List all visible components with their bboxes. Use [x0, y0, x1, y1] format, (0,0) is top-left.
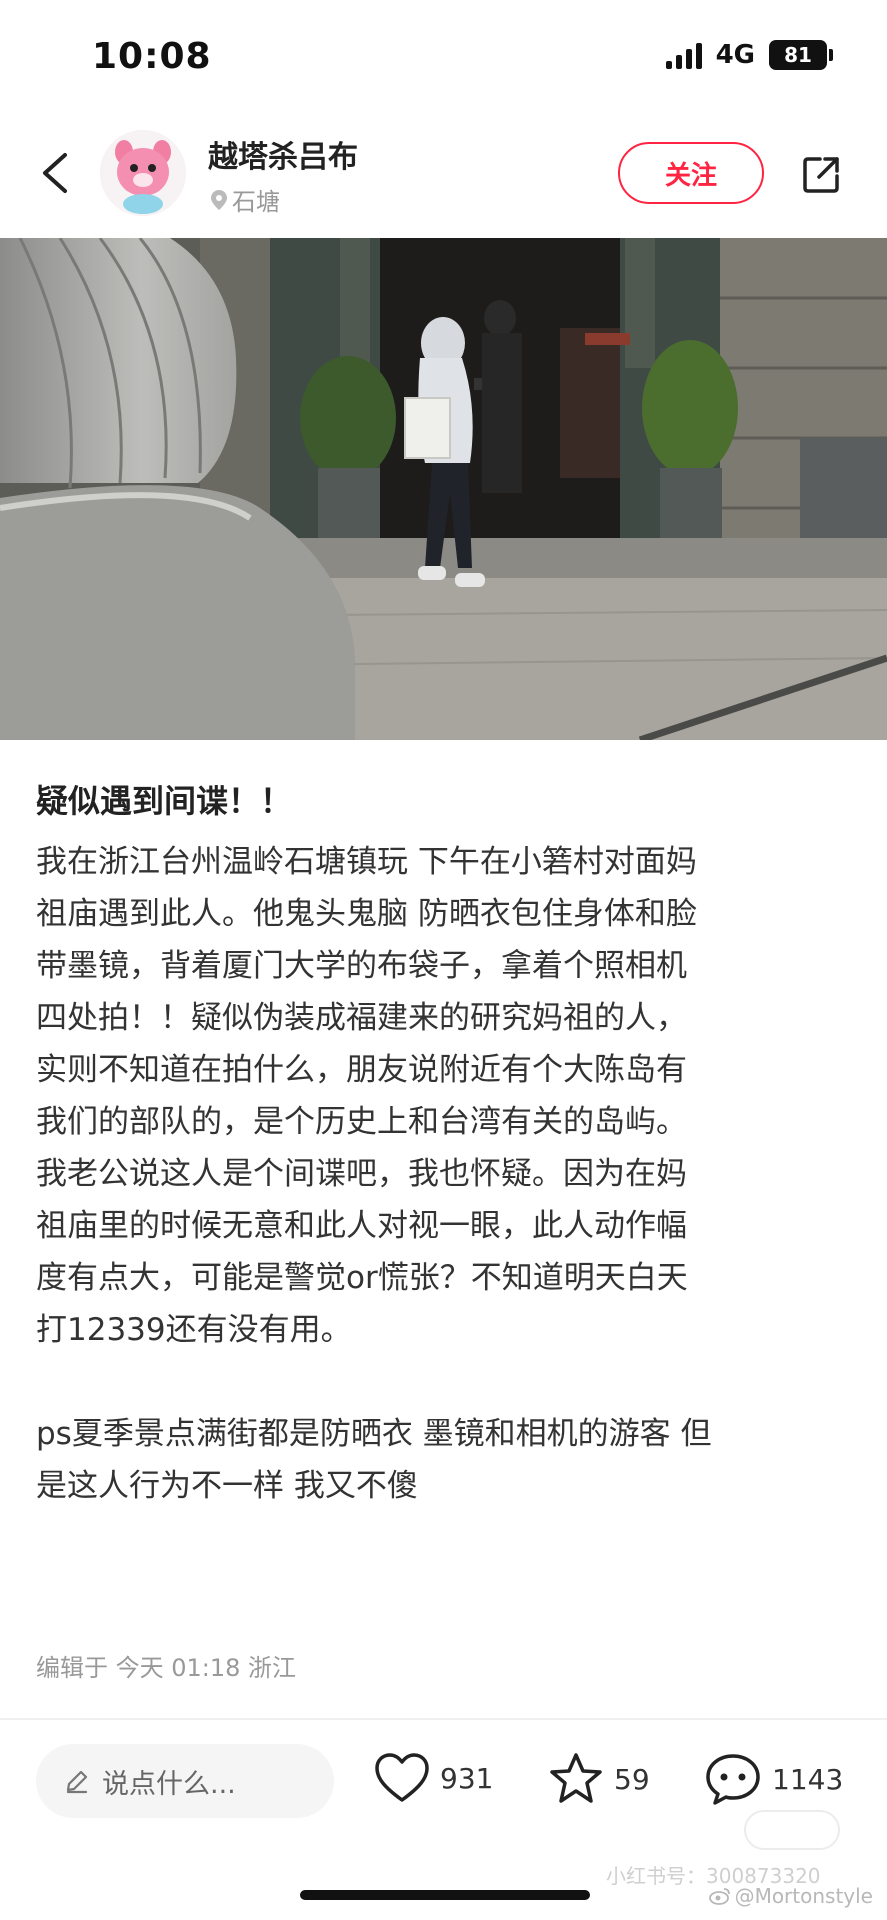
body-line: 祖庙遇到此人。他鬼头鬼脑 防晒衣包住身体和脸 — [36, 896, 697, 932]
note-title: 疑似遇到间谍！！ — [36, 782, 293, 820]
location-pin-icon — [211, 189, 227, 210]
comment-placeholder: 说点什么... — [102, 1768, 236, 1800]
body-line: 度有点大，可能是警觉or慌张？不知道明天白天 — [36, 1260, 688, 1296]
avatar[interactable] — [100, 130, 186, 216]
body-line: 祖庙里的时候无意和此人对视一眼，此人动作幅 — [36, 1208, 687, 1244]
avatar-pink-creature — [100, 130, 186, 216]
back-arrow-icon — [43, 153, 67, 193]
ps-line: ps夏季景点满街都是防晒衣 墨镜和相机的游客 但 — [36, 1416, 712, 1452]
ps-line: 是这人行为不一样 我又不傻 — [36, 1468, 418, 1504]
comment-bubble-icon — [706, 1754, 760, 1805]
battery-icon: 81 — [769, 40, 833, 70]
follow-button[interactable]: 关注 — [618, 142, 764, 204]
author-name[interactable]: 越塔杀吕布 — [208, 132, 358, 176]
body-line: 实则不知道在拍什么，朋友说附近有个大陈岛有 — [36, 1052, 687, 1088]
body-line: 打12339还有没有用。 — [36, 1312, 352, 1348]
star-icon — [550, 1753, 602, 1803]
pencil-icon — [66, 1770, 88, 1794]
note-body: 我在浙江台州温岭石塘镇玩 下午在小箬村对面妈 祖庙遇到此人。他鬼头鬼脑 防晒衣包… — [36, 836, 856, 1512]
weibo-icon — [708, 1888, 730, 1905]
weibo-handle: @Mortonstyle — [734, 1884, 873, 1908]
screen: 10:08 4G 81 越塔杀吕布 石塘 关注 疑似遇到间谍！！ 我在浙江台州温… — [0, 0, 887, 1920]
author-location: 石塘 — [210, 182, 280, 217]
weibo-watermark: @Mortonstyle — [708, 1884, 873, 1908]
home-indicator[interactable] — [300, 1890, 590, 1900]
body-line: 我老公说这人是个间谍吧，我也怀疑。因为在妈 — [36, 1156, 687, 1192]
like-count: 931 — [440, 1761, 494, 1795]
body-line: 带墨镜，背着厦门大学的布袋子，拿着个照相机 — [36, 948, 687, 984]
share-icon — [803, 157, 839, 193]
back-button[interactable] — [30, 148, 80, 198]
share-button[interactable] — [796, 150, 846, 200]
note-header: 越塔杀吕布 石塘 关注 — [0, 110, 887, 238]
body-line: 我在浙江台州温岭石塘镇玩 下午在小箬村对面妈 — [36, 844, 697, 880]
status-time: 10:08 — [92, 36, 212, 77]
street-photo-person-with-hood — [0, 238, 887, 740]
like-button[interactable]: 931 — [374, 1752, 493, 1804]
comment-count: 1143 — [772, 1762, 844, 1796]
edit-meta: 编辑于 今天 01:18 浙江 — [36, 1654, 297, 1682]
signal-icon — [665, 41, 702, 69]
status-bar: 10:08 4G 81 — [0, 0, 887, 110]
collect-button[interactable]: 59 — [548, 1752, 650, 1806]
location-label: 石塘 — [232, 188, 280, 216]
status-indicators: 4G 81 — [665, 40, 833, 70]
heart-icon — [375, 1753, 429, 1802]
comment-button[interactable]: 1143 — [704, 1752, 843, 1806]
comment-input[interactable]: 说点什么... — [36, 1744, 334, 1818]
battery-level: 81 — [784, 43, 812, 67]
watermark-ghost — [744, 1810, 840, 1850]
body-line: 四处拍！！疑似伪装成福建来的研究妈祖的人， — [36, 1000, 687, 1036]
collect-count: 59 — [614, 1762, 650, 1796]
network-label: 4G — [715, 40, 755, 70]
note-photo[interactable] — [0, 238, 887, 740]
body-line: 我们的部队的，是个历史上和台湾有关的岛屿。 — [36, 1104, 687, 1140]
